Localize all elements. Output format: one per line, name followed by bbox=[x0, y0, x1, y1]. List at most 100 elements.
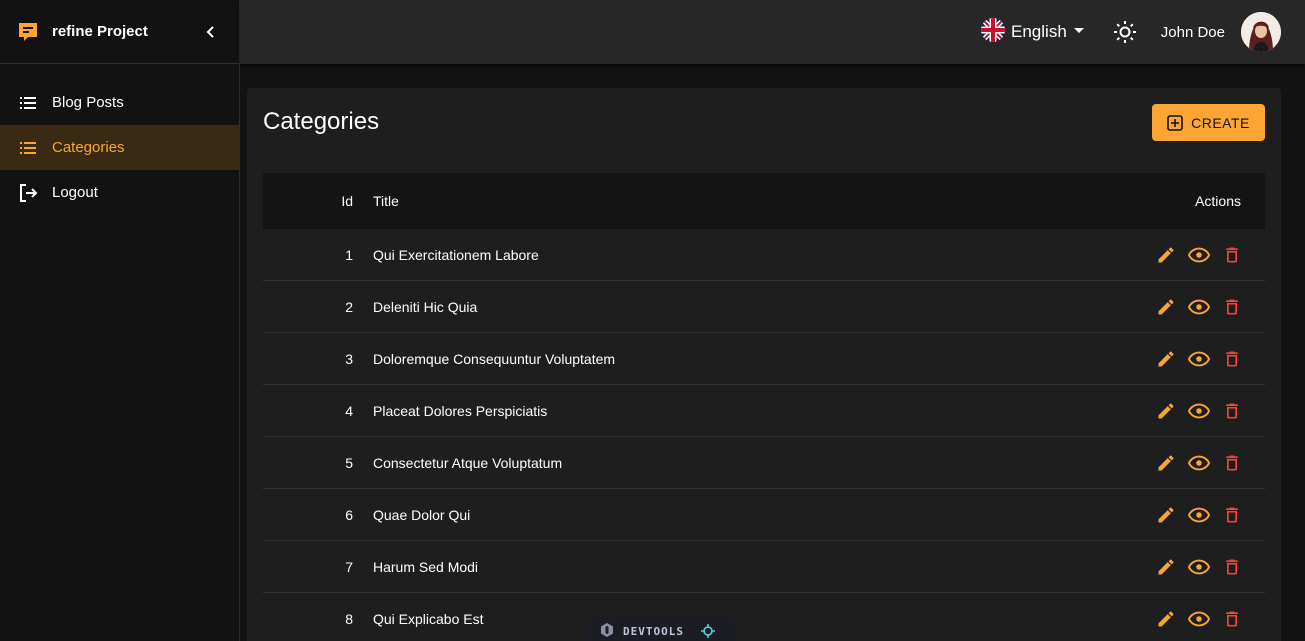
eye-icon bbox=[1188, 351, 1210, 366]
cell-title: Doloremque Consequuntur Voluptatem bbox=[373, 350, 616, 367]
trash-icon bbox=[1226, 247, 1238, 262]
cell-actions bbox=[1155, 607, 1265, 631]
eye-icon bbox=[1188, 403, 1210, 418]
edit-button[interactable] bbox=[1156, 295, 1176, 319]
add-box-icon bbox=[1167, 114, 1183, 131]
show-button[interactable] bbox=[1188, 607, 1210, 631]
refine-logo-icon bbox=[16, 20, 40, 44]
delete-button[interactable] bbox=[1222, 295, 1242, 319]
show-button[interactable] bbox=[1188, 399, 1210, 423]
column-header-id[interactable]: Id bbox=[263, 193, 353, 209]
create-button[interactable]: CREATE bbox=[1152, 104, 1265, 141]
trash-icon bbox=[1226, 403, 1238, 418]
cell-id: 1 bbox=[345, 246, 353, 263]
show-button[interactable] bbox=[1188, 243, 1210, 267]
edit-button[interactable] bbox=[1156, 347, 1176, 371]
delete-button[interactable] bbox=[1222, 555, 1242, 579]
language-selector[interactable]: English bbox=[981, 17, 1087, 47]
column-header-actions: Actions bbox=[1195, 193, 1241, 209]
cell-id: 6 bbox=[345, 506, 353, 523]
avatar[interactable] bbox=[1241, 12, 1281, 52]
brand-title: refine Project bbox=[52, 23, 148, 40]
cell-actions bbox=[1155, 347, 1265, 371]
cell-id: 7 bbox=[345, 558, 353, 575]
caret-down-icon bbox=[1071, 22, 1087, 43]
show-button[interactable] bbox=[1188, 555, 1210, 579]
cell-id: 8 bbox=[345, 610, 353, 627]
eye-icon bbox=[1188, 455, 1210, 470]
cell-actions bbox=[1155, 295, 1265, 319]
delete-button[interactable] bbox=[1222, 451, 1242, 475]
list-icon bbox=[16, 136, 40, 160]
cell-actions bbox=[1155, 555, 1265, 579]
eye-icon bbox=[1188, 247, 1210, 262]
cell-title: Qui Explicabo Est bbox=[373, 610, 484, 627]
logout-icon bbox=[16, 181, 40, 205]
edit-button[interactable] bbox=[1156, 243, 1176, 267]
edit-button[interactable] bbox=[1156, 399, 1176, 423]
delete-button[interactable] bbox=[1222, 243, 1242, 267]
trash-icon bbox=[1226, 559, 1238, 574]
user-name: John Doe bbox=[1160, 23, 1225, 41]
trash-icon bbox=[1226, 611, 1238, 626]
cell-actions bbox=[1155, 243, 1265, 267]
create-button-label: CREATE bbox=[1191, 114, 1250, 131]
cell-title: Harum Sed Modi bbox=[373, 558, 479, 575]
edit-button[interactable] bbox=[1156, 503, 1176, 527]
delete-button[interactable] bbox=[1222, 607, 1242, 631]
delete-button[interactable] bbox=[1222, 347, 1242, 371]
sidebar-item-categories[interactable]: Categories bbox=[0, 125, 239, 170]
collapse-sidebar-button[interactable] bbox=[199, 20, 223, 44]
delete-button[interactable] bbox=[1222, 399, 1242, 423]
sidebar-item-label: Logout bbox=[52, 184, 98, 201]
cell-id: 2 bbox=[345, 298, 353, 315]
pencil-icon bbox=[1158, 298, 1174, 314]
edit-button[interactable] bbox=[1156, 555, 1176, 579]
pencil-icon bbox=[1158, 506, 1174, 522]
devtools-label: DEVTOOLS bbox=[623, 624, 684, 638]
devtools-toggle[interactable]: DEVTOOLS bbox=[587, 617, 737, 641]
theme-toggle-button[interactable] bbox=[1113, 20, 1137, 44]
table-row: 5 Consectetur Atque Voluptatum bbox=[263, 437, 1265, 489]
eye-icon bbox=[1188, 611, 1210, 626]
cell-actions bbox=[1155, 503, 1265, 527]
table-body: 1 Qui Exercitationem Labore 2 Deleniti Hic … bbox=[263, 229, 1265, 641]
page-title: Categories bbox=[263, 108, 380, 135]
show-button[interactable] bbox=[1188, 451, 1210, 475]
cell-actions bbox=[1155, 399, 1265, 423]
sidebar-item-blog-posts[interactable]: Blog Posts bbox=[0, 80, 239, 125]
sidebar-item-logout[interactable]: Logout bbox=[0, 170, 239, 215]
trash-icon bbox=[1226, 351, 1238, 366]
cell-title: Deleniti Hic Quia bbox=[373, 298, 478, 315]
categories-table: Id Title Actions 1 Qui Exercitationem Lab… bbox=[263, 173, 1265, 641]
cell-id: 5 bbox=[345, 454, 353, 471]
chevron-left-icon bbox=[206, 25, 214, 38]
edit-button[interactable] bbox=[1156, 451, 1176, 475]
eye-icon bbox=[1188, 559, 1210, 574]
cell-title: Placeat Dolores Perspiciatis bbox=[373, 402, 548, 419]
top-bar: English John Doe bbox=[240, 0, 1305, 64]
table-row: 6 Quae Dolor Qui bbox=[263, 489, 1265, 541]
show-button[interactable] bbox=[1188, 295, 1210, 319]
list-icon bbox=[16, 91, 40, 115]
cell-title: Qui Exercitationem Labore bbox=[373, 246, 539, 263]
trash-icon bbox=[1226, 507, 1238, 522]
cell-id: 3 bbox=[345, 350, 353, 367]
cell-id: 4 bbox=[345, 402, 353, 419]
edit-button[interactable] bbox=[1156, 607, 1176, 631]
table-header: Id Title Actions bbox=[263, 173, 1265, 229]
table-row: 3 Doloremque Consequuntur Voluptatem bbox=[263, 333, 1265, 385]
column-header-title[interactable]: Title bbox=[353, 193, 1155, 209]
show-button[interactable] bbox=[1188, 347, 1210, 371]
eye-icon bbox=[1188, 507, 1210, 522]
sun-icon bbox=[1113, 21, 1136, 43]
devtools-logo-icon bbox=[599, 622, 615, 641]
sidebar: refine Project Blog Posts Categories Log… bbox=[0, 0, 240, 641]
table-row: 7 Harum Sed Modi bbox=[263, 541, 1265, 593]
show-button[interactable] bbox=[1188, 503, 1210, 527]
delete-button[interactable] bbox=[1222, 503, 1242, 527]
crosshair-icon[interactable] bbox=[700, 623, 716, 639]
eye-icon bbox=[1188, 299, 1210, 314]
pencil-icon bbox=[1158, 610, 1174, 626]
list-card: Categories CREATE Id Title Actions 1 Qui … bbox=[247, 88, 1281, 641]
